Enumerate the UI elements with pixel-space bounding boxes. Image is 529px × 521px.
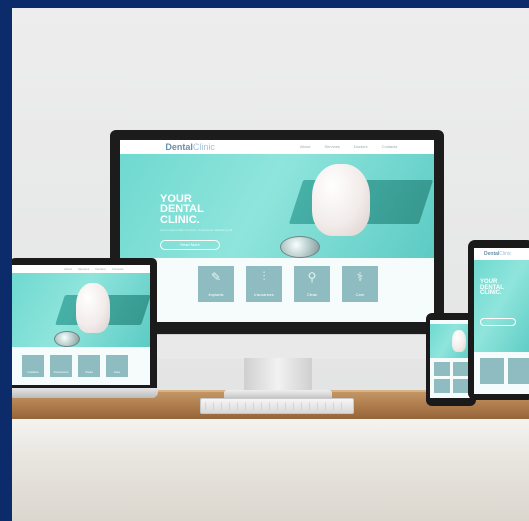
hero-cta-button[interactable]: Read More: [160, 240, 220, 250]
hero-subtext: Lorem ipsum dolor sit amet, consectetur …: [160, 228, 233, 232]
laptop-website: About Services Doctors Contacts Implants…: [12, 265, 150, 385]
hero-headline: YOUR DENTAL CLINIC.: [160, 193, 204, 226]
tile-insurances[interactable]: ⫶ Insurances: [246, 266, 282, 302]
tablet-navbar: DentalClinic: [474, 248, 529, 260]
tablet-tile-implants[interactable]: [480, 358, 504, 384]
tools-icon: ⫶: [262, 269, 266, 284]
nav-about[interactable]: About: [300, 144, 310, 149]
laptop-nav-links: About Services Doctors Contacts: [64, 267, 124, 271]
laptop-tile-insurances[interactable]: Insurances: [50, 355, 72, 377]
phone-tile-care[interactable]: [453, 379, 469, 393]
service-tiles: ✎ Implants ⫶ Insurances ⚲ Clean ⚕ Care: [198, 266, 378, 302]
laptop-tile-clean[interactable]: Clean: [78, 355, 100, 377]
laptop-tile-implants[interactable]: Implants: [22, 355, 44, 377]
laptop-base: [12, 388, 158, 398]
tile-clean[interactable]: ⚲ Clean: [294, 266, 330, 302]
laptop-tooth-image: [76, 283, 110, 333]
nav-links: About Services Doctors Contacts: [300, 144, 397, 149]
tile-care[interactable]: ⚕ Care: [342, 266, 378, 302]
tablet-hero: YOUR DENTAL CLINIC.: [474, 260, 529, 352]
hero-banner: YOUR DENTAL CLINIC. Lorem ipsum dolor sit …: [120, 154, 434, 258]
nav-contacts[interactable]: Contacts: [382, 144, 398, 149]
implant-icon: ✎: [210, 269, 222, 284]
laptop-navbar: About Services Doctors Contacts: [12, 265, 150, 273]
phone-service-tiles: [434, 362, 470, 393]
tablet-tile-insurances[interactable]: [508, 358, 529, 384]
phone-tooth-image: [452, 330, 466, 352]
clean-icon: ⚲: [307, 269, 317, 284]
laptop-service-tiles: Implants Insurances Clean Care: [22, 355, 128, 377]
phone-tile-insurances[interactable]: [453, 362, 469, 376]
laptop-mirror: [54, 331, 80, 347]
phone-hero: [430, 324, 472, 358]
tile-implants[interactable]: ✎ Implants: [198, 266, 234, 302]
monitor-stand: [244, 358, 312, 392]
tablet-logo[interactable]: DentalClinic: [484, 251, 512, 257]
care-icon: ⚕: [356, 269, 364, 284]
tooth-image: [312, 164, 370, 236]
laptop-tile-care[interactable]: Care: [106, 355, 128, 377]
site-navbar: ...DentalClinic About Services Doctors C…: [120, 140, 434, 154]
counter-surface: [12, 419, 529, 521]
laptop-hero: [12, 273, 150, 347]
tablet-website: DentalClinic YOUR DENTAL CLINIC.: [474, 248, 529, 394]
tablet-service-tiles: [480, 358, 529, 384]
nav-services[interactable]: Services: [324, 144, 339, 149]
phone-website: [430, 320, 472, 398]
tablet-hero-headline: YOUR DENTAL CLINIC.: [480, 279, 504, 297]
nav-doctors[interactable]: Doctors: [354, 144, 368, 149]
responsive-devices-scene: ...DentalClinic About Services Doctors C…: [12, 8, 529, 521]
phone-tile-clean[interactable]: [434, 379, 450, 393]
monitor-chin: [110, 334, 444, 359]
desktop-website: ...DentalClinic About Services Doctors C…: [120, 140, 434, 322]
keyboard: [200, 398, 354, 414]
tablet-cta-button[interactable]: [480, 318, 516, 326]
site-logo[interactable]: ...DentalClinic: [162, 142, 215, 152]
phone-tile-implants[interactable]: [434, 362, 450, 376]
dental-mirror: [280, 236, 320, 258]
